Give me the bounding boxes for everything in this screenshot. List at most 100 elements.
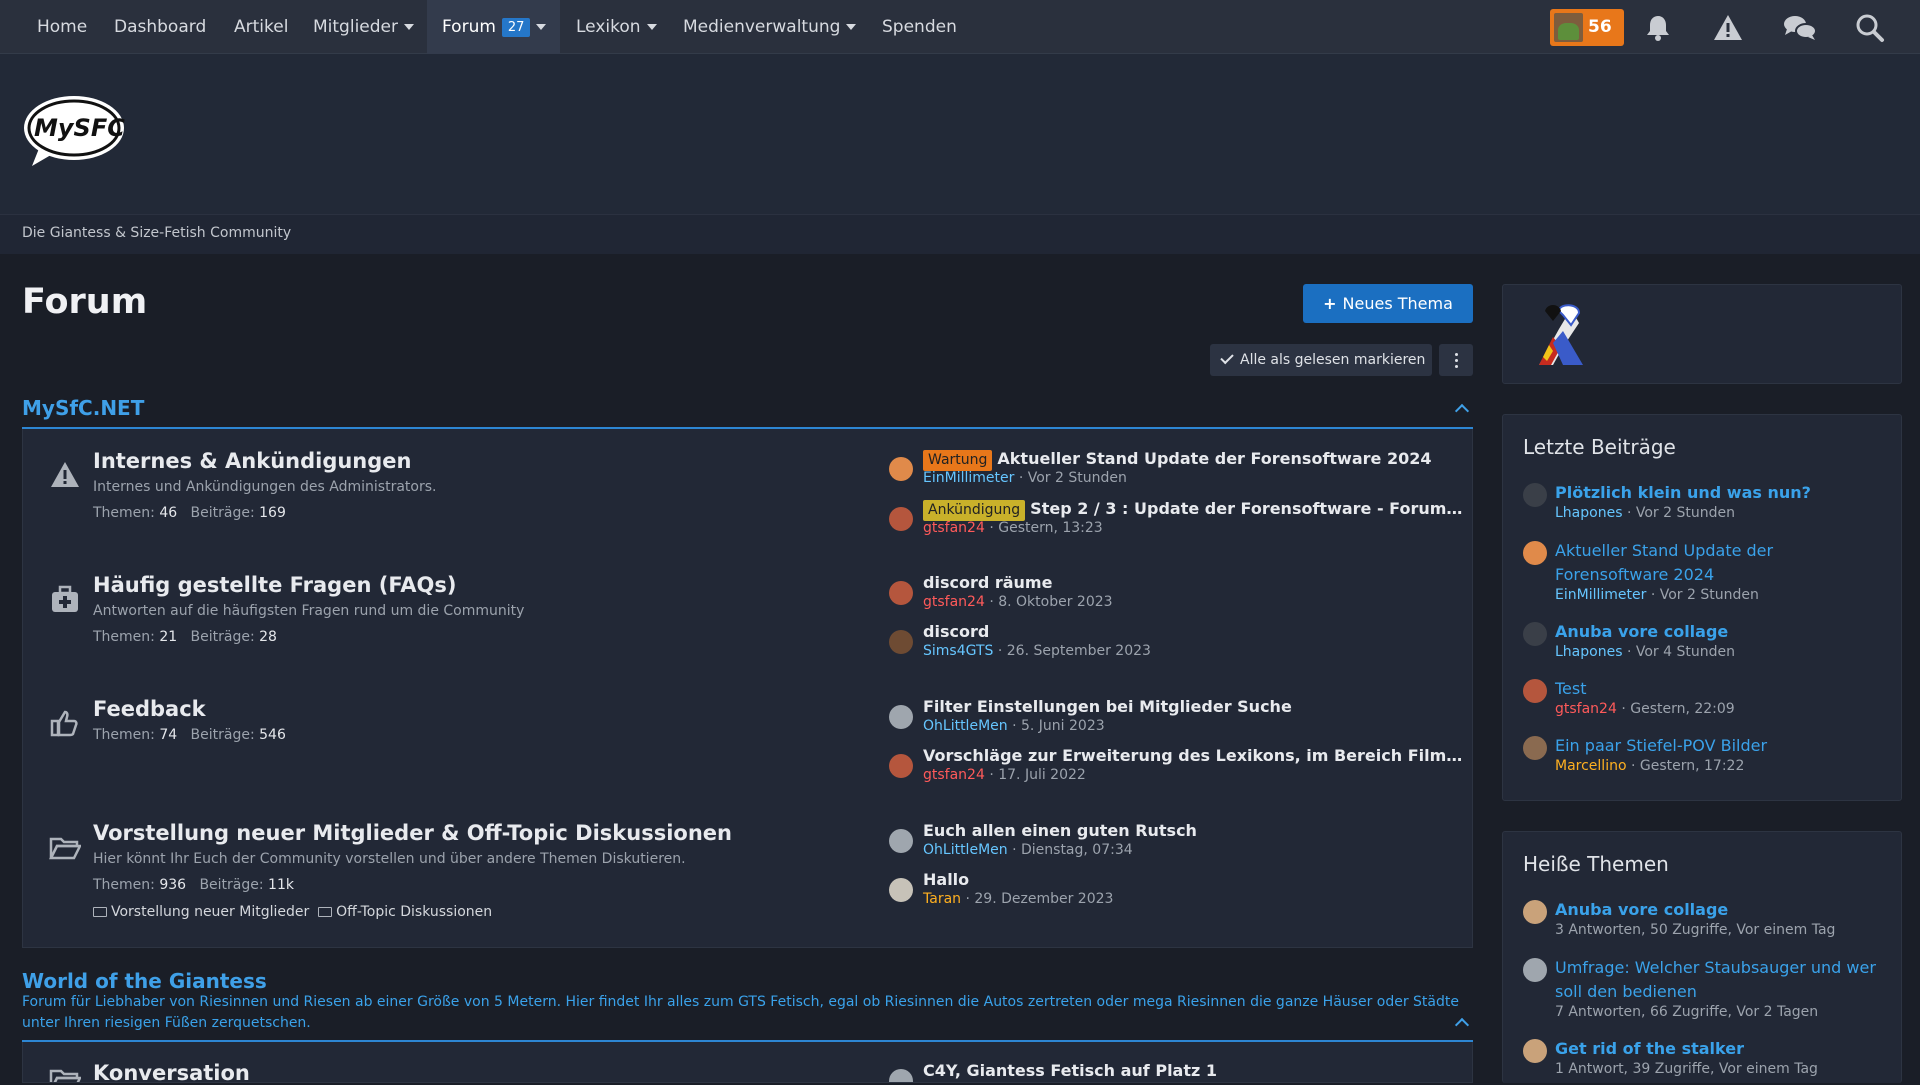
nav-medienverwaltung-label: Medienverwaltung bbox=[683, 17, 841, 37]
last-post[interactable]: discord Sims4GTS · 26. September 2023 bbox=[889, 622, 1464, 666]
hot-topic-meta: 1 Antwort, 39 Zugriffe, Vor einem Tag bbox=[1555, 1061, 1818, 1077]
site-header: MySFC.NET bbox=[0, 54, 1920, 214]
timestamp: · Vor 2 Stunden bbox=[1650, 587, 1759, 603]
username-link[interactable]: Lhapones bbox=[1555, 644, 1622, 660]
subforum-label: Vorstellung neuer Mitglieder bbox=[111, 904, 310, 920]
category-title-mysfc[interactable]: MySfC.NET bbox=[22, 396, 144, 420]
forum-node: Feedback Themen: 74 Beiträge: 546 Filter… bbox=[23, 697, 1474, 807]
chevron-down-icon bbox=[404, 24, 414, 30]
hot-topic-item[interactable]: Get rid of the stalker 1 Antwort, 39 Zug… bbox=[1523, 1037, 1893, 1085]
more-options-button[interactable] bbox=[1439, 344, 1473, 376]
hot-topic-meta: 7 Antworten, 66 Zugriffe, Vor 2 Tagen bbox=[1555, 1004, 1819, 1020]
nav-home[interactable]: Home bbox=[37, 0, 87, 54]
last-post-title[interactable]: Ankündigung Step 2 / 3 : Update der Foren… bbox=[923, 499, 1464, 521]
recent-post-title[interactable]: Anuba vore collage bbox=[1555, 620, 1885, 644]
bell-icon[interactable] bbox=[1642, 12, 1674, 44]
chevron-down-icon bbox=[536, 24, 547, 30]
forum-node: Vorstellung neuer Mitglieder & Off-Topic… bbox=[23, 821, 1474, 941]
last-post-title[interactable]: Hallo bbox=[923, 870, 1464, 889]
nav-spenden[interactable]: Spenden bbox=[882, 0, 957, 54]
conversations-icon[interactable] bbox=[1782, 12, 1818, 44]
recent-post-item[interactable]: Aktueller Stand Update der Forensoftware… bbox=[1523, 539, 1893, 609]
forum-node-title[interactable]: Häufig gestellte Fragen (FAQs) bbox=[93, 573, 456, 597]
username-link[interactable]: Marcellino bbox=[1555, 758, 1627, 774]
forum-node-stats: Themen: 21 Beiträge: 28 bbox=[93, 629, 277, 645]
last-post[interactable]: C4Y, Giantess Fetisch auf Platz 1 bbox=[889, 1061, 1464, 1082]
sidebar-hot-topics: Heiße Themen Anuba vore collage 3 Antwor… bbox=[1502, 831, 1902, 1083]
logo-text: MySFC.NET bbox=[34, 114, 126, 142]
last-post-title[interactable]: Euch allen einen guten Rutsch bbox=[923, 821, 1464, 840]
hot-topic-title[interactable]: Get rid of the stalker bbox=[1555, 1037, 1885, 1061]
new-thread-button[interactable]: + Neues Thema bbox=[1303, 284, 1473, 323]
last-post-title[interactable]: Filter Einstellungen bei Mitglieder Such… bbox=[923, 697, 1464, 716]
hot-topic-item[interactable]: Umfrage: Welcher Staubsauger und wer sol… bbox=[1523, 956, 1893, 1026]
recent-post-title[interactable]: Ein paar Stiefel-POV Bilder bbox=[1555, 734, 1885, 758]
nav-lexikon[interactable]: Lexikon bbox=[576, 0, 657, 54]
username-link[interactable]: gtsfan24 bbox=[923, 767, 985, 783]
avatar bbox=[1523, 622, 1547, 646]
recent-post-item[interactable]: Plötzlich klein und was nun? Lhapones · … bbox=[1523, 481, 1893, 529]
username-link[interactable]: gtsfan24 bbox=[1555, 701, 1617, 717]
last-post-title[interactable]: discord bbox=[923, 622, 1464, 641]
forum-node-title[interactable]: Feedback bbox=[93, 697, 206, 721]
username-link[interactable]: Taran bbox=[923, 891, 961, 907]
subforum-link[interactable]: Vorstellung neuer Mitglieder bbox=[93, 904, 309, 920]
avatar bbox=[1523, 1039, 1547, 1063]
hot-topic-meta: 3 Antworten, 50 Zugriffe, Vor einem Tag bbox=[1555, 922, 1836, 938]
recent-post-item[interactable]: Ein paar Stiefel-POV Bilder Marcellino ·… bbox=[1523, 734, 1893, 782]
site-logo[interactable]: MySFC.NET bbox=[22, 94, 126, 170]
last-post-title[interactable]: discord räume bbox=[923, 573, 1464, 592]
last-post[interactable]: Euch allen einen guten Rutsch OhLittleMe… bbox=[889, 821, 1464, 865]
last-post[interactable]: Vorschläge zur Erweiterung des Lexikons,… bbox=[889, 746, 1464, 790]
username-link[interactable]: gtsfan24 bbox=[923, 520, 985, 536]
last-post-title[interactable]: C4Y, Giantess Fetisch auf Platz 1 bbox=[923, 1061, 1464, 1080]
recent-post-item[interactable]: Anuba vore collage Lhapones · Vor 4 Stun… bbox=[1523, 620, 1893, 668]
recent-post-title[interactable]: Plötzlich klein und was nun? bbox=[1555, 481, 1885, 505]
last-post[interactable]: Ankündigung Step 2 / 3 : Update der Foren… bbox=[889, 499, 1464, 543]
hot-topic-item[interactable]: Anuba vore collage 3 Antworten, 50 Zugri… bbox=[1523, 898, 1893, 946]
forum-node-title[interactable]: Vorstellung neuer Mitglieder & Off-Topic… bbox=[93, 821, 732, 845]
username-link[interactable]: gtsfan24 bbox=[923, 594, 985, 610]
hot-topic-title[interactable]: Anuba vore collage bbox=[1555, 898, 1885, 922]
last-post[interactable]: Filter Einstellungen bei Mitglieder Such… bbox=[889, 697, 1464, 741]
last-post[interactable]: Wartung Aktueller Stand Update der Forens… bbox=[889, 449, 1464, 493]
user-points-button[interactable]: 56 bbox=[1550, 9, 1624, 46]
last-post-title[interactable]: Wartung Aktueller Stand Update der Forens… bbox=[923, 449, 1464, 471]
warning-icon[interactable] bbox=[1712, 12, 1744, 44]
last-post-title-text: Step 2 / 3 : Update der Forensoftware - … bbox=[1030, 499, 1464, 518]
hot-topic-title[interactable]: Umfrage: Welcher Staubsauger und wer sol… bbox=[1555, 956, 1885, 1004]
forum-node: Konversation C4Y, Giantess Fetisch auf P… bbox=[23, 1061, 1472, 1082]
search-icon[interactable] bbox=[1854, 12, 1886, 44]
username-link[interactable]: EinMillimeter bbox=[1555, 587, 1646, 603]
recent-post-title[interactable]: Test bbox=[1555, 677, 1885, 701]
thumbs-up-icon bbox=[50, 710, 78, 737]
subforum-link[interactable]: Off-Topic Diskussionen bbox=[318, 904, 492, 920]
username-link[interactable]: OhLittleMen bbox=[923, 842, 1008, 858]
last-post-title[interactable]: Vorschläge zur Erweiterung des Lexikons,… bbox=[923, 746, 1464, 765]
nav-mitglieder[interactable]: Mitglieder bbox=[313, 0, 414, 54]
nav-forum-label: Forum bbox=[442, 17, 496, 37]
nav-forum[interactable]: Forum 27 bbox=[427, 0, 560, 54]
category-title-world-of-the-giantess[interactable]: World of the Giantess bbox=[22, 969, 267, 993]
recent-post-item[interactable]: Test gtsfan24 · Gestern, 22:09 bbox=[1523, 677, 1893, 725]
collapse-icon[interactable] bbox=[1454, 403, 1470, 419]
forum-node: Häufig gestellte Fragen (FAQs) Antworten… bbox=[23, 573, 1474, 683]
forum-node-title[interactable]: Internes & Ankündigungen bbox=[93, 449, 412, 473]
last-post[interactable]: Hallo Taran · 29. Dezember 2023 bbox=[889, 870, 1464, 914]
threads-label: Themen: bbox=[93, 505, 155, 521]
forum-node-title[interactable]: Konversation bbox=[93, 1061, 250, 1082]
username-link[interactable]: EinMillimeter bbox=[923, 470, 1014, 486]
username-link[interactable]: Lhapones bbox=[1555, 505, 1622, 521]
avatar bbox=[1523, 483, 1547, 507]
mark-all-read-button[interactable]: Alle als gelesen markieren bbox=[1210, 344, 1432, 376]
nav-dashboard[interactable]: Dashboard bbox=[114, 0, 206, 54]
last-post[interactable]: discord räume gtsfan24 · 8. Oktober 2023 bbox=[889, 573, 1464, 617]
nav-artikel[interactable]: Artikel bbox=[234, 0, 288, 54]
recent-post-title[interactable]: Aktueller Stand Update der Forensoftware… bbox=[1555, 539, 1885, 587]
points-count: 56 bbox=[1588, 17, 1612, 37]
posts-label: Beiträge: bbox=[199, 877, 264, 893]
nav-medienverwaltung[interactable]: Medienverwaltung bbox=[683, 0, 857, 54]
username-link[interactable]: OhLittleMen bbox=[923, 718, 1008, 734]
timestamp: · Vor 4 Stunden bbox=[1626, 644, 1735, 660]
username-link[interactable]: Sims4GTS bbox=[923, 643, 993, 659]
